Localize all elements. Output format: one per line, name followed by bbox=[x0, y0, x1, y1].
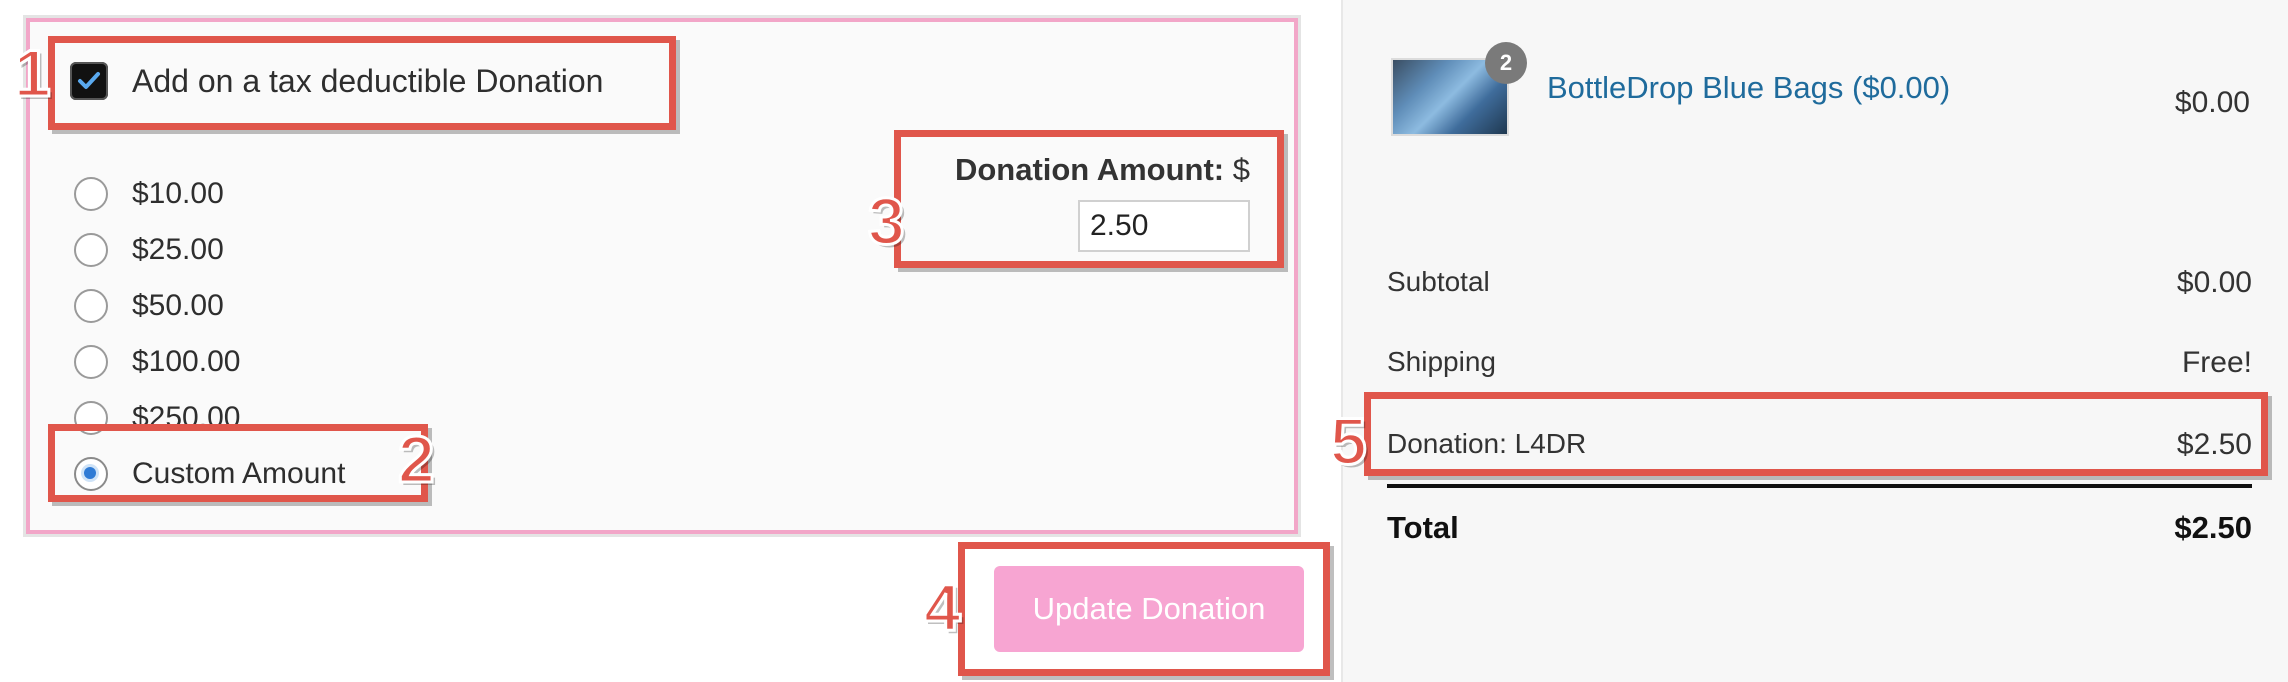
callout-box-5 bbox=[1364, 392, 2268, 476]
callout-box-3 bbox=[894, 130, 1284, 268]
product-name-link[interactable]: BottleDrop Blue Bags ($0.00) bbox=[1547, 70, 1950, 106]
radio-label: $25.00 bbox=[132, 233, 224, 266]
callout-number-5: 5 bbox=[1329, 404, 1369, 478]
donation-option-50[interactable]: $50.00 bbox=[74, 278, 345, 334]
total-divider bbox=[1387, 484, 2252, 488]
radio-button[interactable] bbox=[74, 177, 108, 211]
callout-number-2: 2 bbox=[397, 422, 437, 496]
total-label: Total bbox=[1387, 510, 1459, 545]
radio-label: $100.00 bbox=[132, 345, 241, 378]
total-value: $2.50 bbox=[2174, 510, 2252, 545]
radio-label: $10.00 bbox=[132, 177, 224, 210]
donation-option-25[interactable]: $25.00 bbox=[74, 222, 345, 278]
radio-label: $50.00 bbox=[132, 289, 224, 322]
callout-number-1: 1 bbox=[13, 36, 53, 110]
order-summary: 2 BottleDrop Blue Bags ($0.00) $0.00 Sub… bbox=[1343, 0, 2288, 682]
donation-option-10[interactable]: $10.00 bbox=[74, 166, 345, 222]
callout-number-4: 4 bbox=[923, 570, 963, 644]
shipping-label: Shipping bbox=[1387, 346, 1496, 377]
subtotal-row: Subtotal $0.00 bbox=[1387, 266, 2252, 300]
donation-option-100[interactable]: $100.00 bbox=[74, 334, 345, 390]
callout-box-4 bbox=[958, 542, 1330, 676]
callout-box-1 bbox=[48, 36, 676, 130]
callout-box-2 bbox=[48, 424, 428, 502]
checkout-page: Add on a tax deductible Donation $10.00 … bbox=[0, 0, 2288, 682]
total-row: Total $2.50 bbox=[1387, 510, 2252, 546]
product-price: $0.00 bbox=[2174, 86, 2250, 119]
quantity-badge: 2 bbox=[1485, 42, 1527, 84]
radio-button[interactable] bbox=[74, 233, 108, 267]
subtotal-value: $0.00 bbox=[2176, 266, 2252, 299]
shipping-row: Shipping Free! bbox=[1387, 346, 2252, 380]
radio-button[interactable] bbox=[74, 345, 108, 379]
shipping-value: Free! bbox=[2181, 346, 2252, 379]
subtotal-label: Subtotal bbox=[1387, 266, 1490, 297]
radio-button[interactable] bbox=[74, 289, 108, 323]
callout-number-3: 3 bbox=[867, 184, 907, 258]
